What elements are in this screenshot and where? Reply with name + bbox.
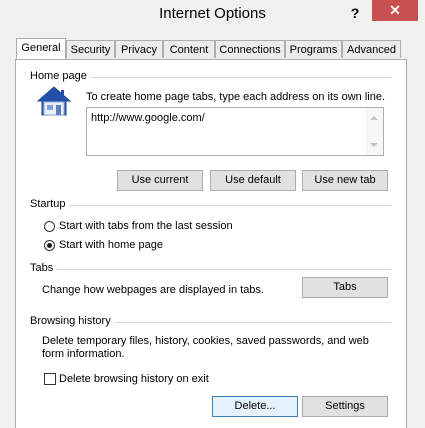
tabs-group-label: Tabs [30, 262, 58, 274]
tab-connections[interactable]: Connections [215, 40, 285, 58]
browsing-history-group-label: Browsing history [30, 315, 115, 327]
internet-options-window: Internet Options ? ✕ General Security Pr… [0, 0, 425, 428]
use-default-button[interactable]: Use default [210, 170, 296, 191]
home-page-url-textarea[interactable]: http://www.google.com/ [86, 107, 384, 156]
startup-group-label: Startup [30, 198, 70, 210]
delete-on-exit-label: Delete browsing history on exit [59, 373, 209, 385]
use-new-tab-button[interactable]: Use new tab [302, 170, 388, 191]
browsing-history-description-line1: Delete temporary files, history, cookies… [42, 335, 369, 347]
help-button[interactable]: ? [343, 3, 367, 23]
house-icon [36, 86, 72, 116]
startup-divider [31, 205, 391, 206]
delete-on-exit-checkbox[interactable] [44, 373, 56, 385]
radio-start-last-session[interactable] [44, 221, 55, 232]
tab-advanced[interactable]: Advanced [342, 40, 401, 58]
home-page-url-value: http://www.google.com/ [91, 112, 205, 124]
home-page-description: To create home page tabs, type each addr… [86, 91, 386, 103]
delete-history-button[interactable]: Delete... [212, 396, 298, 417]
close-button[interactable]: ✕ [372, 0, 418, 21]
tabs-settings-button[interactable]: Tabs [302, 277, 388, 298]
tab-privacy[interactable]: Privacy [115, 40, 163, 58]
home-page-group-label: Home page [30, 70, 91, 82]
tab-programs[interactable]: Programs [285, 40, 342, 58]
scroll-down-arrow-icon[interactable] [370, 143, 378, 147]
textarea-scrollbar[interactable] [366, 108, 383, 155]
tab-content[interactable]: Content [163, 40, 215, 58]
radio-start-last-session-label: Start with tabs from the last session [59, 220, 233, 232]
browsing-history-description-line2: form information. [42, 348, 125, 360]
radio-start-home-page-label: Start with home page [59, 239, 163, 251]
title-bar: Internet Options ? ✕ [0, 0, 425, 28]
scroll-up-arrow-icon[interactable] [370, 116, 378, 120]
radio-start-home-page[interactable] [44, 240, 55, 251]
tab-security[interactable]: Security [66, 40, 115, 58]
general-tab-panel: Home page To create home page tabs, type… [15, 59, 407, 428]
tabs-divider [31, 269, 391, 270]
history-settings-button[interactable]: Settings [302, 396, 388, 417]
tab-general[interactable]: General [16, 38, 66, 59]
tabs-description: Change how webpages are displayed in tab… [42, 284, 264, 296]
use-current-button[interactable]: Use current [117, 170, 203, 191]
